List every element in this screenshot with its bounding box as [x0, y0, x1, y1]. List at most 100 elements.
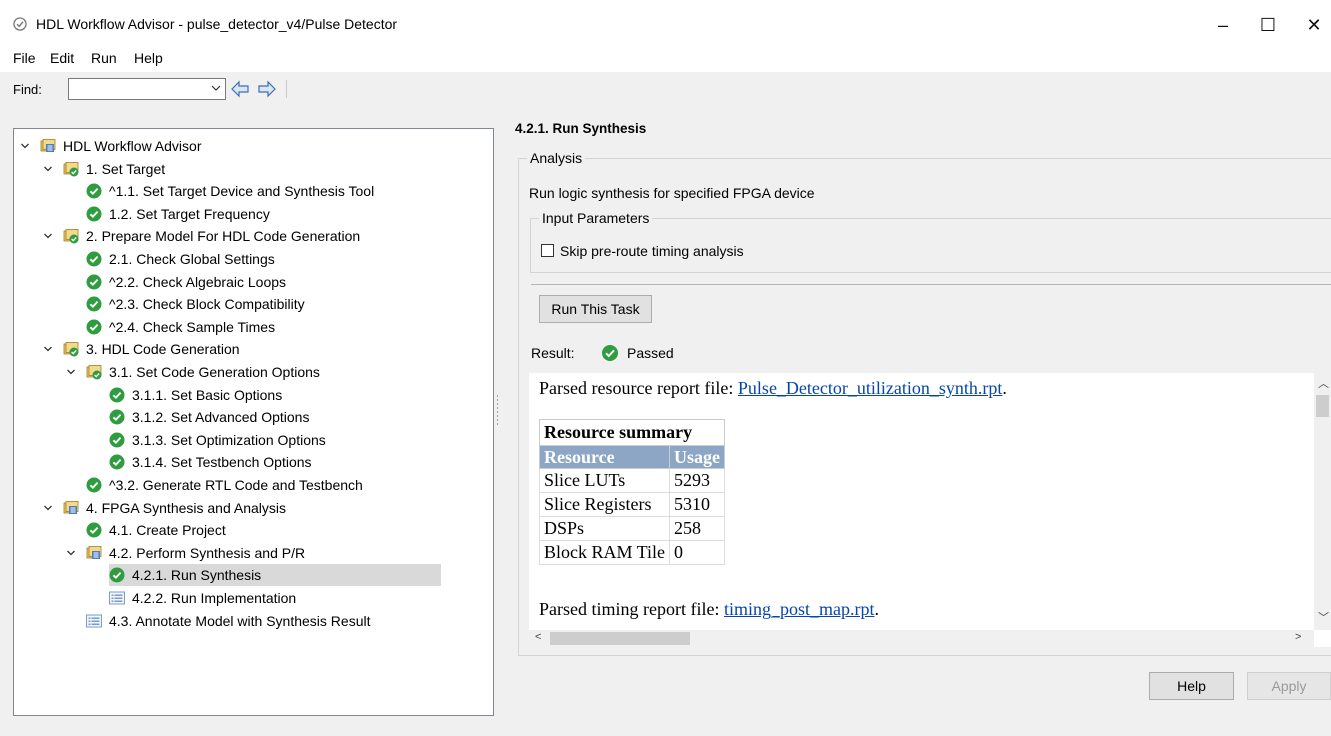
- table-cell: DSPs: [538, 516, 671, 541]
- title-bar: HDL Workflow Advisor - pulse_detector_v4…: [0, 0, 1331, 44]
- menu-run[interactable]: Run: [91, 50, 117, 66]
- tree-item-label: 3.1.1. Set Basic Options: [132, 386, 283, 403]
- table-cell: Slice Registers: [538, 492, 671, 517]
- passed-check-icon: [109, 567, 125, 583]
- tree-item-label: ^2.2. Check Algebraic Loops: [109, 273, 287, 290]
- task-folder-passed-icon: [63, 229, 79, 244]
- table-header-resource: Resource: [538, 445, 671, 469]
- report-viewer[interactable]: Parsed resource report file: Pulse_Detec…: [529, 373, 1331, 647]
- tree-item-label: 1.2. Set Target Frequency: [109, 205, 270, 222]
- timing-report-suffix: .: [874, 599, 879, 619]
- chevron-down-icon[interactable]: [43, 158, 53, 180]
- skip-timing-checkbox[interactable]: [541, 244, 554, 257]
- timing-report-line: Parsed timing report file: timing_post_m…: [539, 599, 879, 620]
- app-icon: [13, 17, 27, 31]
- passed-check-icon: [86, 274, 102, 290]
- passed-check-icon: [109, 387, 125, 403]
- tree-item-label: HDL Workflow Advisor: [63, 138, 202, 154]
- chevron-down-icon[interactable]: [20, 135, 30, 157]
- find-label: Find:: [13, 82, 42, 97]
- tree-item[interactable]: 4.2.1. Run Synthesis: [109, 564, 441, 587]
- run-task-button[interactable]: Run This Task: [539, 295, 652, 323]
- tree-item-label: 2. Prepare Model For HDL Code Generation: [86, 228, 361, 245]
- passed-check-icon: [86, 183, 102, 199]
- minimize-button[interactable]: –: [1203, 10, 1243, 40]
- passed-check-icon: [86, 296, 102, 312]
- scroll-down-icon[interactable]: ﹀: [1318, 609, 1329, 625]
- table-cell: 5310: [669, 492, 726, 517]
- scroll-left-icon[interactable]: <: [535, 631, 541, 643]
- chevron-down-icon[interactable]: [43, 497, 53, 519]
- table-cell: Block RAM Tile: [538, 540, 671, 565]
- resource-summary-table: Resource summary Resource Usage Slice LU…: [538, 419, 726, 565]
- table-cell: 0: [669, 540, 726, 565]
- tree-item-label: 4. FPGA Synthesis and Analysis: [86, 499, 286, 516]
- chevron-down-icon[interactable]: [66, 542, 76, 564]
- menu-help[interactable]: Help: [134, 50, 163, 66]
- tree-item-label: 4.2.2. Run Implementation: [132, 590, 297, 606]
- scroll-up-icon[interactable]: ︿: [1318, 375, 1329, 391]
- tree-item-label: 1. Set Target: [86, 160, 166, 177]
- skip-timing-label[interactable]: Skip pre-route timing analysis: [560, 243, 744, 259]
- menu-edit[interactable]: Edit: [50, 50, 74, 66]
- close-button[interactable]: ✕: [1294, 10, 1331, 40]
- resource-summary-caption: Resource summary: [539, 419, 726, 445]
- horizontal-scrollbar[interactable]: < >: [529, 630, 1314, 647]
- tree-item-label: 4.2.1. Run Synthesis: [132, 567, 262, 584]
- table-row: Slice LUTs 5293: [538, 468, 726, 493]
- tree-item-label: ^2.3. Check Block Compatibility: [109, 296, 305, 313]
- table-cell: Slice LUTs: [538, 468, 671, 493]
- passed-check-icon: [86, 206, 102, 222]
- table-row: Block RAM Tile 0: [538, 540, 726, 565]
- task-list-icon: [109, 591, 125, 605]
- resource-report-link[interactable]: Pulse_Detector_utilization_synth.rpt: [738, 378, 1002, 398]
- table-row: DSPs 258: [538, 516, 726, 541]
- find-previous-icon[interactable]: [230, 79, 250, 99]
- vertical-scroll-thumb[interactable]: [1316, 395, 1329, 417]
- vertical-scrollbar[interactable]: ︿ ﹀: [1314, 373, 1331, 630]
- timing-report-link[interactable]: timing_post_map.rpt: [724, 599, 875, 619]
- resource-report-prefix: Parsed resource report file:: [539, 378, 738, 398]
- window-title: HDL Workflow Advisor - pulse_detector_v4…: [36, 16, 398, 32]
- passed-check-icon: [602, 345, 618, 361]
- task-folder-icon: [63, 500, 79, 514]
- scroll-right-icon[interactable]: >: [1295, 631, 1301, 643]
- chevron-down-icon[interactable]: [43, 225, 53, 247]
- input-parameters-title: Input Parameters: [539, 210, 653, 226]
- apply-button[interactable]: Apply: [1247, 672, 1331, 700]
- help-button[interactable]: Help: [1149, 672, 1234, 700]
- tree-item-label: 4.2. Perform Synthesis and P/R: [109, 544, 306, 561]
- tree-item-label: 3.1.3. Set Optimization Options: [132, 431, 326, 448]
- splitter-handle[interactable]: [496, 395, 499, 425]
- tree-item-label: ^2.4. Check Sample Times: [109, 318, 276, 335]
- task-folder-passed-icon: [86, 365, 102, 380]
- table-header-usage: Usage: [669, 445, 726, 469]
- task-list-icon: [86, 614, 102, 628]
- maximize-button[interactable]: ☐: [1248, 10, 1288, 40]
- passed-check-icon: [86, 251, 102, 267]
- menu-bar: File Edit Run Help: [0, 44, 1331, 72]
- toolbar-separator: [286, 80, 287, 98]
- table-cell: 5293: [669, 468, 726, 493]
- task-folder-passed-icon: [63, 342, 79, 357]
- tree-item-label: ^3.2. Generate RTL Code and Testbench: [109, 477, 363, 493]
- passed-check-icon: [109, 432, 125, 448]
- find-next-icon[interactable]: [257, 79, 277, 99]
- passed-check-icon: [109, 454, 125, 470]
- horizontal-scroll-thumb[interactable]: [550, 632, 690, 645]
- passed-check-icon: [86, 319, 102, 335]
- workflow-tree[interactable]: HDL Workflow Advisor 1. Set Target ^1.1. S…: [13, 128, 494, 716]
- task-folder-icon: [40, 139, 56, 152]
- chevron-down-icon[interactable]: [43, 338, 53, 360]
- chevron-down-icon[interactable]: [211, 81, 221, 95]
- tree-item-label: 3.1.2. Set Advanced Options: [132, 409, 310, 426]
- tree-item-label: 4.3. Annotate Model with Synthesis Resul…: [109, 612, 371, 629]
- resource-report-suffix: .: [1002, 378, 1007, 398]
- chevron-down-icon[interactable]: [66, 361, 76, 383]
- separator-line: [531, 284, 1331, 285]
- tree-item-label: 3.1. Set Code Generation Options: [109, 364, 320, 380]
- find-combobox[interactable]: [68, 78, 226, 100]
- menu-file[interactable]: File: [13, 50, 36, 66]
- tree-item-label: 3.1.4. Set Testbench Options: [132, 454, 312, 471]
- result-value: Passed: [627, 345, 674, 361]
